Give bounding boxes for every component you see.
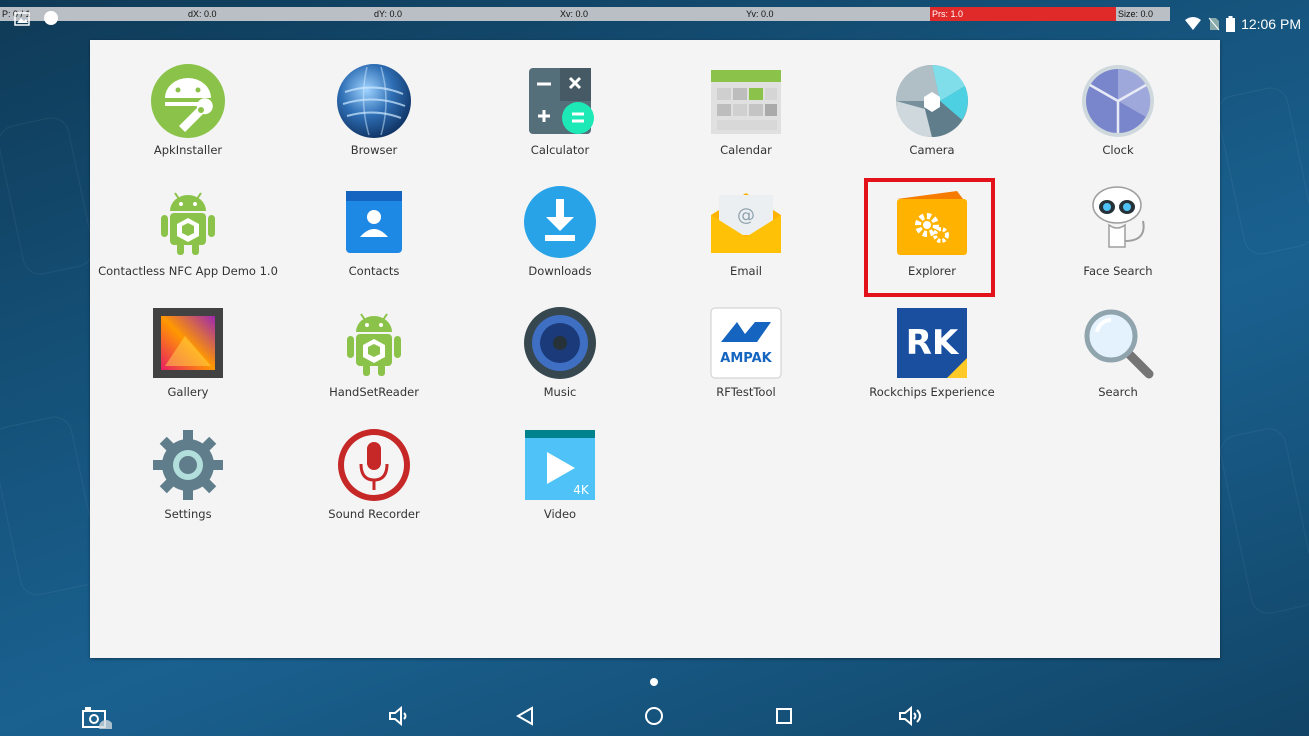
app-label: Calculator <box>530 143 590 157</box>
pointer-pressure: Prs: 1.0 <box>930 7 1116 21</box>
rk-icon: RK <box>897 308 967 378</box>
browser-icon <box>337 64 411 138</box>
screenshot-icon <box>82 707 112 729</box>
app-camera[interactable]: Camera <box>839 40 1025 157</box>
app-apkinstaller[interactable]: ApkInstaller <box>95 40 281 157</box>
app-browser[interactable]: Browser <box>281 40 467 157</box>
app-label: Calendar <box>720 143 772 157</box>
calendar-icon <box>711 70 781 134</box>
camera-icon <box>896 64 968 137</box>
app-label: Settings <box>164 507 212 521</box>
apkinstaller-icon <box>151 64 225 138</box>
back-button[interactable] <box>505 696 545 736</box>
android-app-icon <box>161 192 215 255</box>
app-label: Contactless NFC App Demo 1.0 <box>98 264 278 278</box>
gallery-icon <box>153 308 223 378</box>
app-drawer: ApkInstaller Browser Calculator Calendar… <box>90 40 1220 658</box>
app-calculator[interactable]: Calculator <box>467 40 653 157</box>
app-label: Music <box>543 385 577 399</box>
pointer-location-bar: P: 0 / 1 dX: 0.0 dY: 0.0 Xv: 0.0 Yv: 0.0… <box>0 7 1170 21</box>
app-search[interactable]: Search <box>1025 282 1211 399</box>
app-calendar[interactable]: Calendar <box>653 40 839 157</box>
clock-icon <box>1082 65 1154 137</box>
video-icon: 4K <box>525 430 595 500</box>
app-rftesttool[interactable]: AMPAK RFTestTool <box>653 282 839 399</box>
notification-dot-icon <box>44 11 58 25</box>
pointer-dy: dY: 0.0 <box>374 9 403 19</box>
app-label: Search <box>1098 385 1138 399</box>
pointer-xv: Xv: 0.0 <box>560 9 589 19</box>
app-label: Email <box>730 264 762 278</box>
app-label: Browser <box>350 143 398 157</box>
recents-button[interactable] <box>764 696 804 736</box>
calculator-icon <box>529 68 594 134</box>
ampak-icon: AMPAK <box>710 307 782 379</box>
music-icon <box>524 307 596 379</box>
navigation-bar <box>0 696 1309 736</box>
app-label: Contacts <box>348 264 400 278</box>
app-label: Sound Recorder <box>328 507 420 521</box>
app-settings[interactable]: Settings <box>95 404 281 521</box>
clock-time: 12:06 PM <box>1241 16 1301 32</box>
app-label: Camera <box>909 143 955 157</box>
ampak-logo-text: AMPAK <box>720 351 772 366</box>
pointer-yv: Yv: 0.0 <box>746 9 774 19</box>
app-label: Gallery <box>167 385 209 399</box>
recents-icon <box>776 708 792 724</box>
app-sound-recorder[interactable]: Sound Recorder <box>281 404 467 521</box>
home-icon <box>645 707 663 725</box>
app-music[interactable]: Music <box>467 282 653 399</box>
page-indicator <box>650 678 658 686</box>
app-label: Face Search <box>1083 264 1153 278</box>
android-app-icon <box>347 313 401 376</box>
svg-text:@: @ <box>737 205 755 226</box>
app-label: ApkInstaller <box>153 143 223 157</box>
home-button[interactable] <box>634 696 674 736</box>
app-label: RFTestTool <box>716 385 776 399</box>
app-downloads[interactable]: Downloads <box>467 161 653 278</box>
app-contactless-nfc[interactable]: Contactless NFC App Demo 1.0 <box>95 161 281 278</box>
wifi-icon <box>1185 17 1202 30</box>
app-handsetreader[interactable]: HandSetReader <box>281 282 467 399</box>
rk-logo-text: RK <box>906 323 960 363</box>
app-face-search[interactable]: Face Search <box>1025 161 1211 278</box>
volume-down-icon <box>389 706 407 726</box>
back-icon <box>515 706 533 726</box>
app-clock[interactable]: Clock <box>1025 40 1211 157</box>
status-bar: P: 0 / 1 dX: 0.0 dY: 0.0 Xv: 0.0 Yv: 0.0… <box>0 0 1309 40</box>
app-rockchips-experience[interactable]: RK Rockchips Experience <box>839 282 1025 399</box>
app-label: Clock <box>1102 143 1134 157</box>
volume-down-button[interactable] <box>378 696 418 736</box>
no-sim-icon <box>1208 17 1220 31</box>
email-icon: @ <box>711 193 781 253</box>
pointer-size: Size: 0.0 <box>1118 9 1154 19</box>
battery-icon <box>1226 16 1236 32</box>
face-search-icon <box>1092 186 1145 248</box>
search-icon <box>1084 309 1154 379</box>
app-email[interactable]: @ Email <box>653 161 839 278</box>
settings-icon <box>153 430 223 500</box>
volume-up-button[interactable] <box>890 696 930 736</box>
app-contacts[interactable]: Contacts <box>281 161 467 278</box>
contacts-icon <box>346 191 402 253</box>
app-label: Video <box>543 507 577 521</box>
app-label: Rockchips Experience <box>869 385 995 399</box>
downloads-icon <box>524 186 596 258</box>
sound-recorder-icon <box>338 429 410 501</box>
app-gallery[interactable]: Gallery <box>95 282 281 399</box>
screenshot-button[interactable] <box>76 696 116 736</box>
app-label: HandSetReader <box>329 385 419 399</box>
image-notification-icon <box>14 12 30 26</box>
app-label: Downloads <box>528 264 592 278</box>
explorer-highlight-box <box>864 178 995 297</box>
pointer-dx: dX: 0.0 <box>188 9 217 19</box>
volume-up-icon <box>899 706 921 726</box>
app-video[interactable]: 4K Video <box>467 404 653 521</box>
video-4k-badge: 4K <box>573 483 590 497</box>
